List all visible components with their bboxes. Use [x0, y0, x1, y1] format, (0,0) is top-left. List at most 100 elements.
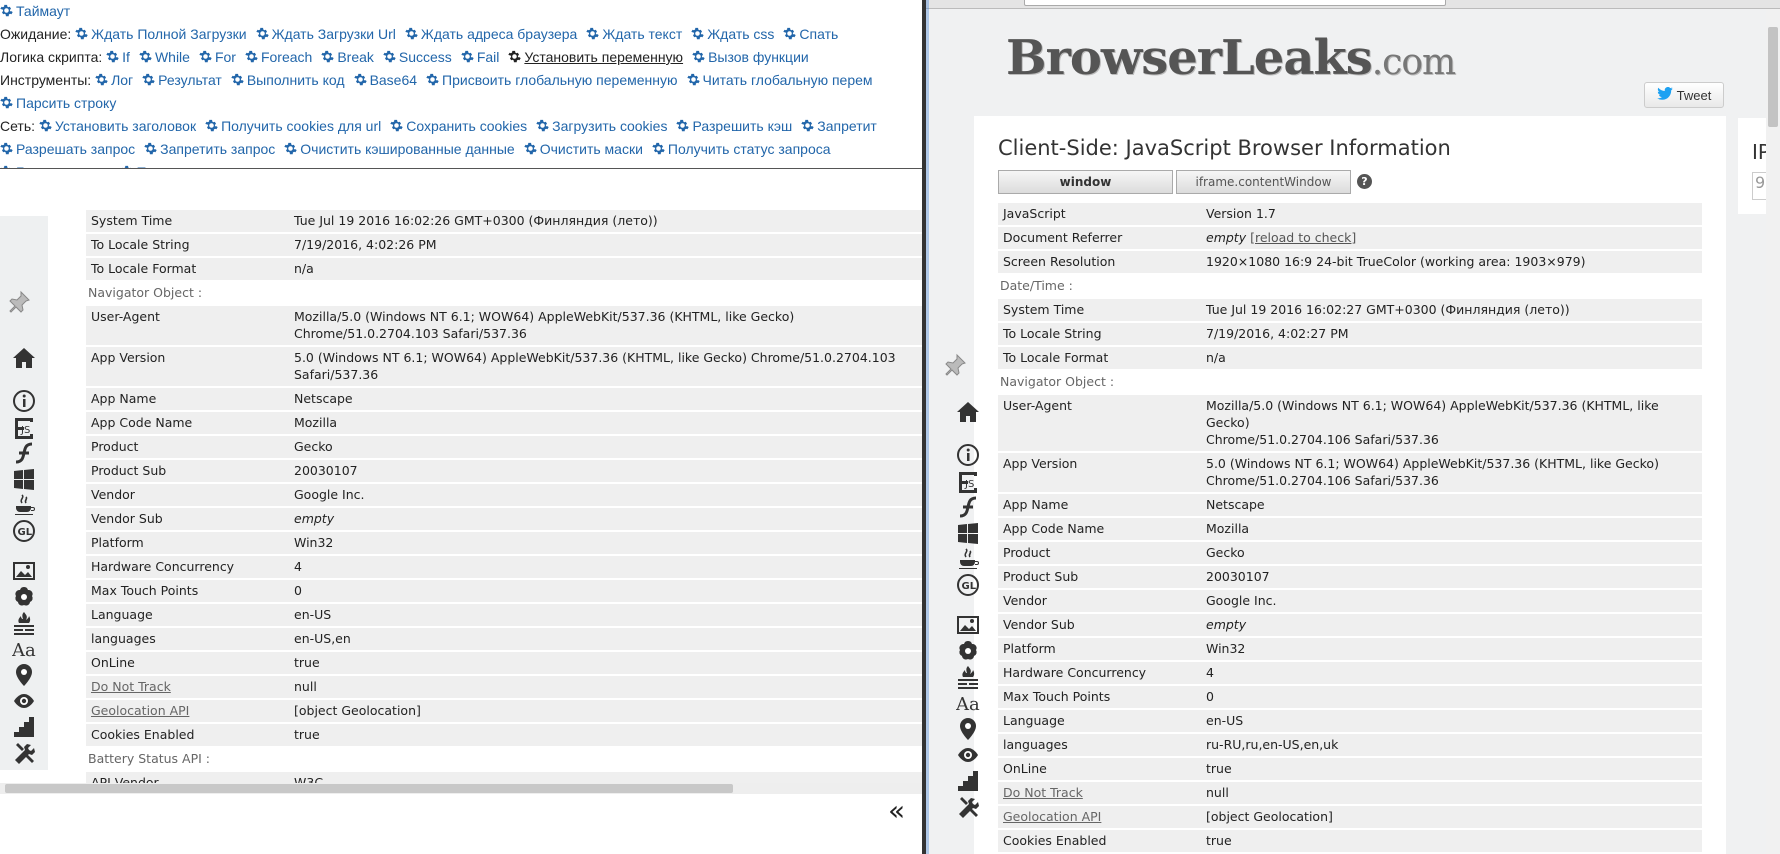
row-value: 5.0 (Windows NT 6.1; WOW64) AppleWebKit/… — [289, 347, 924, 386]
toolbar-action-2-1[interactable]: While — [139, 49, 190, 65]
tools-icon[interactable] — [11, 740, 37, 766]
toolbar-action-1-1[interactable]: Ждать Загрузки Url — [255, 26, 396, 42]
toolbar-action-2-5[interactable]: Success — [383, 49, 452, 65]
row-key: Vendor — [86, 484, 289, 506]
row-key-label[interactable]: Do Not Track — [1003, 785, 1083, 800]
toolbar-action-5-1[interactable]: Получить cookies для url — [205, 118, 381, 134]
horizontal-scrollbar[interactable] — [0, 783, 924, 794]
tab-window[interactable]: window — [998, 170, 1173, 194]
toolbar-action-2-2[interactable]: For — [199, 49, 236, 65]
windows-icon[interactable] — [11, 466, 37, 492]
toolbar-action-1-3[interactable]: Ждать текст — [586, 26, 682, 42]
gear-icon — [676, 119, 690, 132]
eye-icon[interactable] — [11, 688, 37, 714]
row-key: Language — [998, 710, 1201, 732]
tools-icon[interactable] — [955, 794, 981, 820]
toolbar-action-label: Присвоить глобальную переменную — [442, 72, 678, 88]
pin-icon[interactable] — [942, 352, 968, 378]
toolbar-action-5-0[interactable]: Установить заголовок — [39, 118, 196, 134]
image-icon[interactable] — [11, 558, 37, 584]
row-key-label: Platform — [91, 535, 144, 550]
info-icon[interactable] — [955, 442, 981, 468]
font-icon[interactable]: Aa — [955, 690, 981, 716]
webgl-icon[interactable]: GL — [955, 572, 981, 598]
scrollbar-thumb[interactable] — [5, 784, 733, 793]
javascript-icon[interactable]: JS — [11, 414, 37, 440]
tab-iframe-content-window[interactable]: iframe.contentWindow — [1176, 170, 1351, 194]
row-key[interactable]: Do Not Track — [86, 676, 289, 698]
toolbar-action-2-7[interactable]: Установить переменную — [508, 49, 683, 65]
toolbar-action-4-0[interactable]: Парсить строку — [0, 95, 116, 111]
toolbar-action-2-8[interactable]: Вызов функции — [692, 49, 809, 65]
toolbar-action-1-2[interactable]: Ждать адреса браузера — [405, 26, 577, 42]
table-row: Platform Win32 — [998, 638, 1702, 660]
home-icon[interactable] — [955, 399, 981, 425]
stairs-icon[interactable] — [955, 768, 981, 794]
row-key-label[interactable]: Geolocation API — [1003, 809, 1101, 824]
row-value-text: 0 — [1206, 689, 1214, 704]
java-icon[interactable] — [955, 546, 981, 572]
webgl-icon[interactable]: GL — [11, 518, 37, 544]
toolbar-action-2-3[interactable]: Foreach — [245, 49, 312, 65]
toolbar-action-1-4[interactable]: Ждать css — [691, 26, 774, 42]
toolbar-action-1-5[interactable]: Спать — [783, 26, 838, 42]
help-icon[interactable]: ? — [1357, 174, 1372, 189]
toolbar-action-3-1[interactable]: Результат — [142, 72, 222, 88]
firewall-icon[interactable] — [11, 610, 37, 636]
toolbar-action-2-6[interactable]: Fail — [461, 49, 499, 65]
font-icon[interactable]: Aa — [11, 636, 37, 662]
action-toolbar: Таймаут Ожидание: Ждать Полной Загрузки Жд… — [0, 0, 924, 168]
info-icon[interactable] — [11, 388, 37, 414]
toolbar-action-6-0[interactable]: Разрешать запрос — [0, 141, 135, 157]
browser-info-table: JavaScript Version 1.7 Document Referrer em… — [998, 201, 1702, 854]
home-icon[interactable] — [11, 345, 37, 371]
toolbar-action-6-4[interactable]: Получить статус запроса — [652, 141, 831, 157]
flash-icon[interactable] — [955, 494, 981, 520]
toolbar-action-6-3[interactable]: Очистить маски — [524, 141, 643, 157]
pin-icon[interactable] — [6, 289, 32, 315]
flower-icon[interactable] — [955, 638, 981, 664]
toolbar-action-3-0[interactable]: Лог — [95, 72, 133, 88]
toolbar-action-3-5[interactable]: Читать глобальную перем — [686, 72, 873, 88]
location-icon[interactable] — [11, 662, 37, 688]
toolbar-action-5-3[interactable]: Загрузить cookies — [536, 118, 667, 134]
javascript-icon[interactable]: JS — [955, 468, 981, 494]
row-key[interactable]: Geolocation API — [86, 700, 289, 722]
toolbar-action-5-5[interactable]: Запретит — [801, 118, 877, 134]
address-bar[interactable] — [1024, 0, 1446, 6]
eye-icon[interactable] — [955, 742, 981, 768]
toolbar-action-1-0[interactable]: Ждать Полной Загрузки — [75, 26, 247, 42]
location-icon[interactable] — [955, 716, 981, 742]
toolbar-action-3-2[interactable]: Выполнить код — [231, 72, 345, 88]
row-key-label: User-Agent — [1003, 398, 1072, 413]
toolbar-action-5-2[interactable]: Сохранить cookies — [390, 118, 527, 134]
firewall-icon[interactable] — [955, 664, 981, 690]
vertical-scrollbar[interactable] — [1766, 9, 1780, 854]
collapse-panel-button[interactable]: « — [888, 794, 905, 827]
row-key[interactable]: Geolocation API — [998, 806, 1201, 828]
java-icon[interactable] — [11, 492, 37, 518]
flower-icon[interactable] — [11, 584, 37, 610]
row-key-label[interactable]: Geolocation API — [91, 703, 189, 718]
toolbar-action-3-4[interactable]: Присвоить глобальную переменную — [426, 72, 678, 88]
windows-icon[interactable] — [955, 520, 981, 546]
stairs-icon[interactable] — [11, 714, 37, 740]
toolbar-action-2-0[interactable]: If — [106, 49, 130, 65]
row-value-text: 7/19/2016, 4:02:27 PM — [1206, 326, 1349, 341]
toolbar-action-6-1[interactable]: Запретить запрос — [144, 141, 275, 157]
toolbar-action-0-0[interactable]: Таймаут — [0, 3, 70, 19]
toolbar-action-2-4[interactable]: Break — [321, 49, 374, 65]
site-logo[interactable]: BrowserLeaks.com — [1006, 30, 1456, 86]
row-key[interactable]: Do Not Track — [998, 782, 1201, 804]
toolbar-action-5-4[interactable]: Разрешить кэш — [676, 118, 792, 134]
table-row: App Name Netscape — [86, 388, 924, 410]
image-icon[interactable] — [955, 612, 981, 638]
tweet-button[interactable]: Tweet — [1644, 82, 1724, 108]
flash-icon[interactable] — [11, 440, 37, 466]
toolbar-action-6-2[interactable]: Очистить кэшированные данные — [284, 141, 515, 157]
row-key-label[interactable]: Do Not Track — [91, 679, 171, 694]
table-row: System Time Tue Jul 19 2016 16:02:27 GMT+… — [998, 299, 1702, 321]
scrollbar-thumb[interactable] — [1768, 27, 1778, 127]
toolbar-action-3-3[interactable]: Base64 — [353, 72, 417, 88]
reload-to-check-link[interactable]: [reload to check] — [1250, 230, 1356, 245]
